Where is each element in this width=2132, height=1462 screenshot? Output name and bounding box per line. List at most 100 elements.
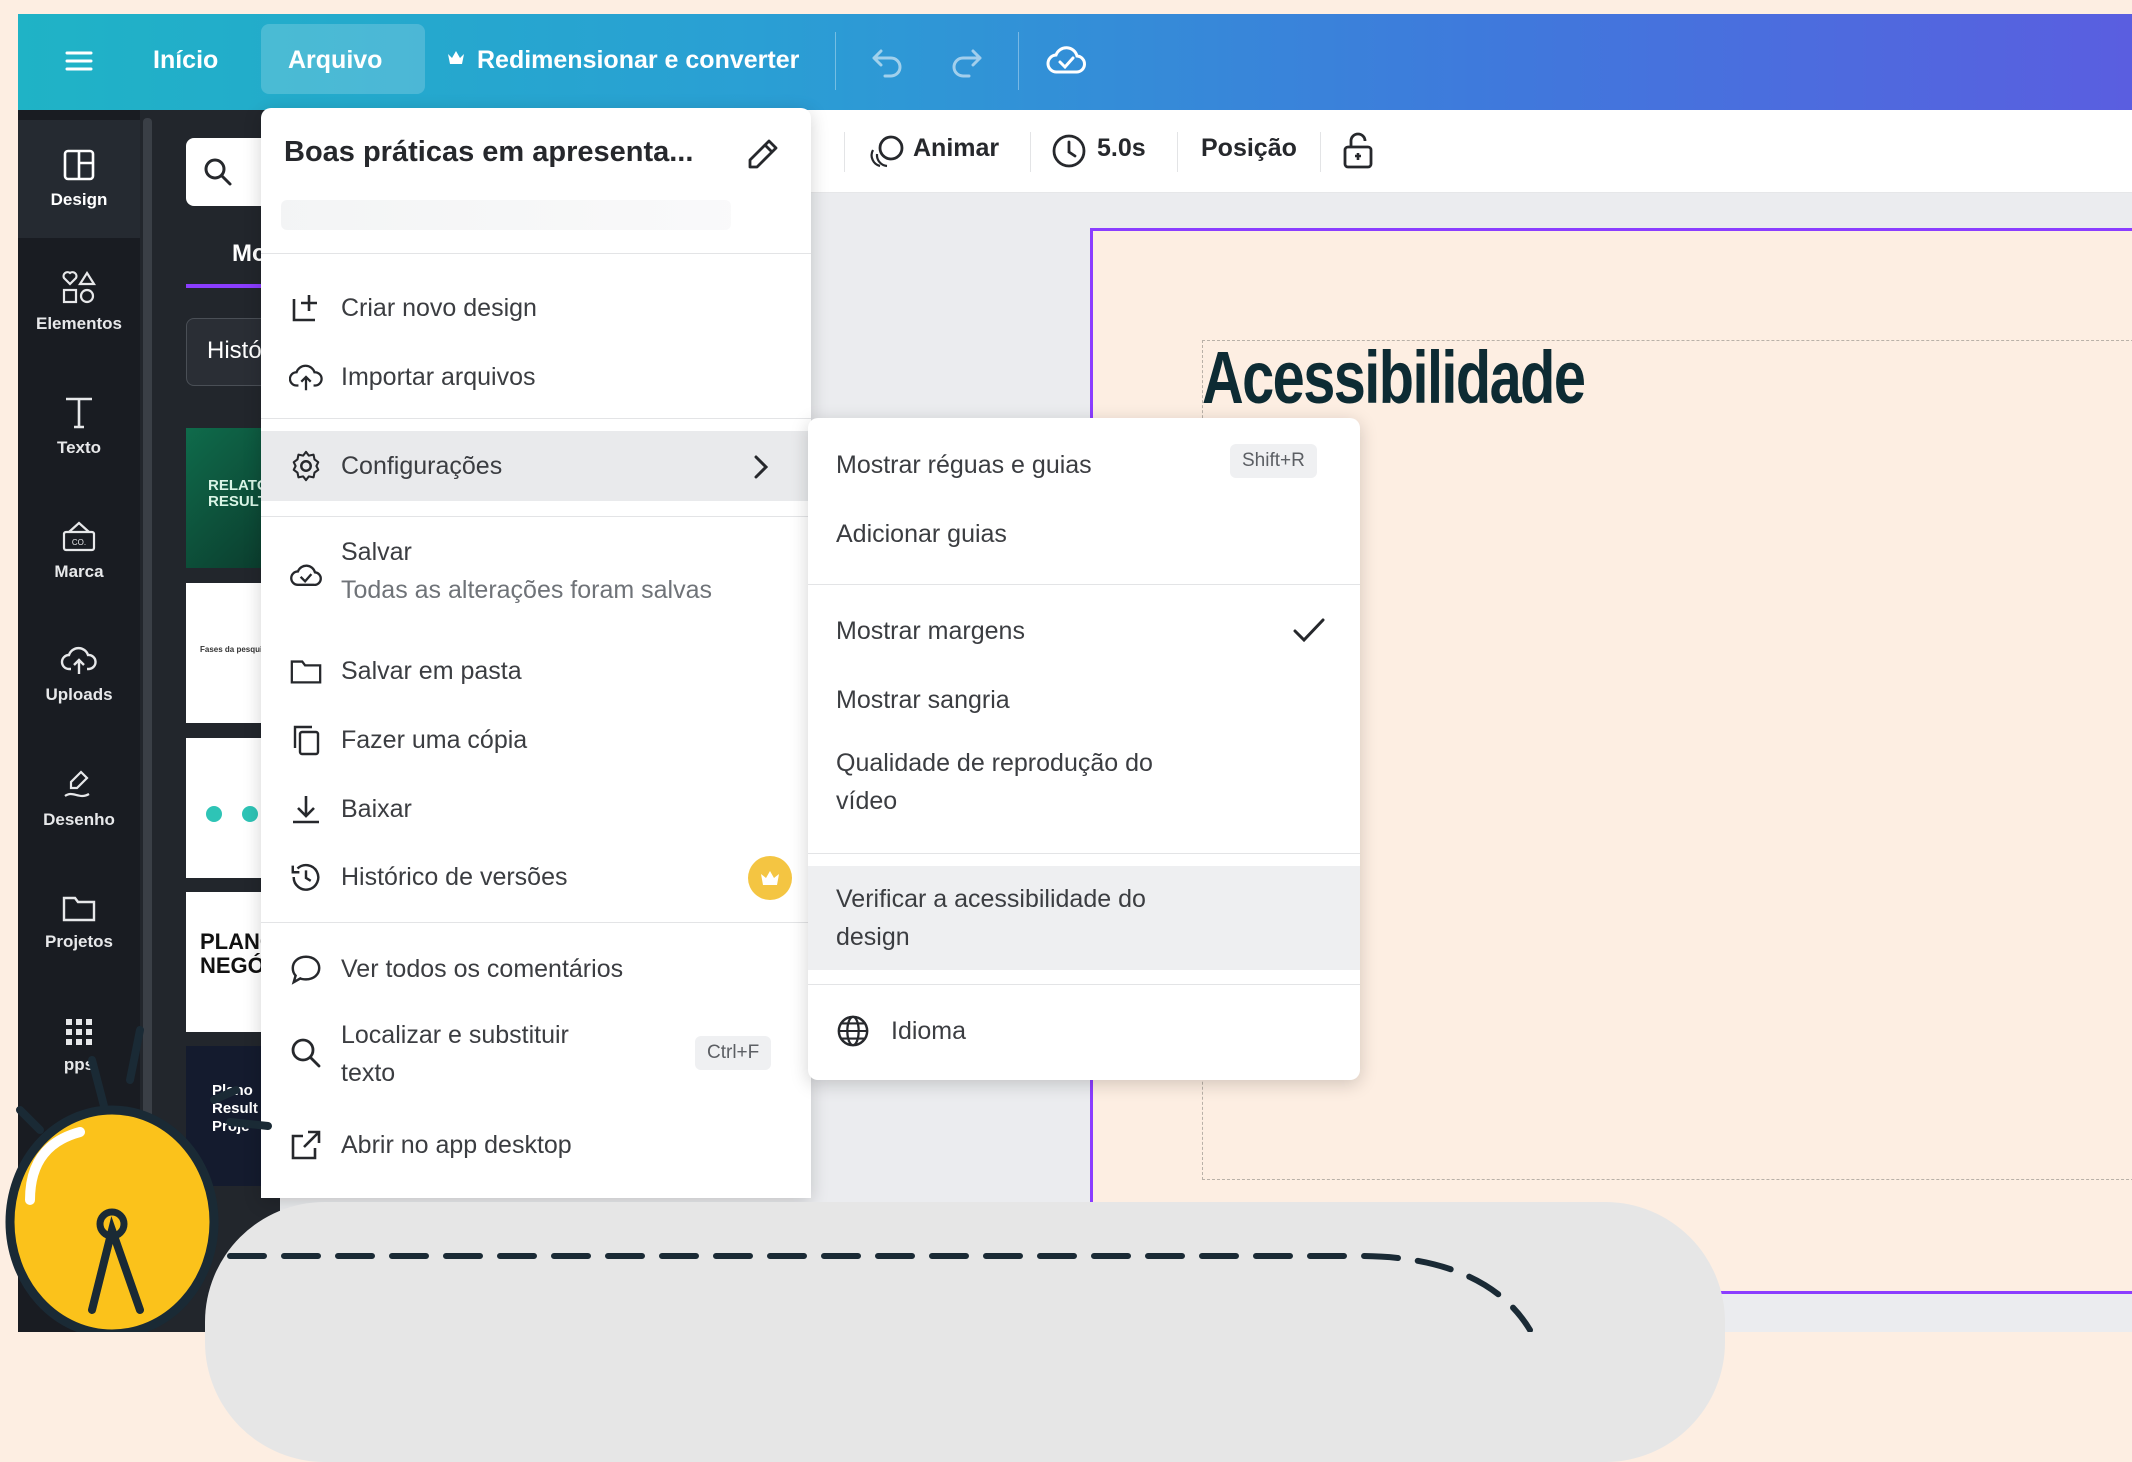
rail-label: Desenho (43, 810, 115, 829)
menu-separator (261, 253, 811, 254)
menu-item-save-folder[interactable]: Salvar em pasta (261, 646, 811, 696)
menu-item-label: Fazer uma cópia (341, 725, 528, 754)
menu-item-add-guides[interactable]: Adicionar guias (808, 509, 1360, 559)
file-menu: Boas práticas em apresenta... Criar novo… (261, 108, 811, 1198)
menu-item-settings[interactable]: Configurações (261, 431, 811, 501)
layout-icon (63, 149, 95, 181)
undo-icon[interactable] (869, 41, 907, 79)
menu-item-history[interactable]: Histórico de versões (261, 852, 811, 902)
rail-item-uploads[interactable]: Uploads (18, 615, 140, 733)
cloud-check-icon (289, 558, 323, 592)
rail-item-projects[interactable]: Projetos (18, 863, 140, 981)
draw-icon (64, 770, 90, 798)
menu-item-comments[interactable]: Ver todos os comentários (261, 944, 811, 994)
menu-item-label: Verificar a acessibilidade do design (836, 885, 1146, 951)
menu-separator (808, 984, 1360, 985)
menu-item-label: Criar novo design (341, 293, 537, 322)
rail-label: Marca (54, 562, 104, 581)
menu-item-label: Abrir no app desktop (341, 1130, 572, 1159)
menu-item-new-design[interactable]: Criar novo design (261, 283, 811, 333)
top-bar: Início Arquivo Redimensionar e converter (18, 14, 2132, 110)
menu-item-rulers[interactable]: Mostrar réguas e guias Shift+R (808, 440, 1360, 490)
comment-icon (289, 952, 323, 986)
duration-button[interactable]: 5.0s (1097, 134, 1146, 163)
download-icon (289, 792, 323, 826)
menu-item-accessibility[interactable]: Verificar a acessibilidade do design (808, 866, 1360, 970)
animate-icon (870, 135, 904, 168)
position-button[interactable]: Posição (1201, 134, 1297, 163)
slide-title[interactable]: Acessibilidade (1202, 335, 1586, 420)
design-subtitle-blur (281, 200, 731, 230)
check-icon (1293, 618, 1325, 643)
menu-item-download[interactable]: Baixar (261, 784, 811, 834)
rail-item-draw[interactable]: Desenho (18, 739, 140, 857)
dashed-outline (227, 1253, 1533, 1332)
shapes-icon (62, 270, 97, 304)
rail-item-text[interactable]: Texto (18, 367, 140, 485)
search-icon (289, 1036, 323, 1070)
resize-button[interactable]: Redimensionar e converter (477, 46, 799, 75)
menu-separator (808, 584, 1360, 585)
menu-item-label: Salvar (341, 538, 412, 566)
shortcut-badge: Shift+R (1230, 444, 1317, 478)
menu-item-import[interactable]: Importar arquivos (261, 352, 811, 402)
rail-label: Uploads (45, 685, 113, 704)
rail-label: Texto (56, 438, 102, 457)
cloud-check-icon[interactable] (1045, 40, 1087, 80)
menu-separator (261, 922, 811, 923)
menu-separator (261, 418, 811, 419)
hamburger-icon[interactable] (63, 45, 95, 77)
menu-separator (261, 516, 811, 517)
save-status: Todas as alterações foram salvas (341, 576, 713, 604)
divider (1018, 32, 1019, 90)
chevron-right-icon (754, 455, 769, 479)
menu-item-find-replace[interactable]: Localizar e substituir texto Ctrl+F (261, 1010, 811, 1100)
rail-item-brand[interactable]: CO. Marca (18, 491, 140, 609)
menu-item-language[interactable]: Idioma (808, 1006, 1360, 1056)
clock-icon (1052, 134, 1086, 168)
menu-item-desktop-app[interactable]: Abrir no app desktop (261, 1120, 811, 1170)
file-menu-label: Arquivo (288, 46, 383, 74)
new-design-icon (289, 291, 323, 325)
animate-button[interactable]: Animar (913, 134, 999, 163)
brand-icon: CO. (62, 521, 96, 552)
menu-item-margins[interactable]: Mostrar margens (808, 606, 1360, 656)
divider (1177, 132, 1178, 172)
lock-icon[interactable] (1340, 130, 1376, 170)
redo-icon[interactable] (947, 41, 985, 79)
shortcut-badge: Ctrl+F (695, 1036, 772, 1070)
menu-item-copy[interactable]: Fazer uma cópia (261, 715, 811, 765)
menu-item-label: Qualidade de reprodução do vídeo (836, 749, 1153, 815)
menu-item-label: Localizar e substituir texto (341, 1021, 569, 1087)
menu-item-label: Mostrar sangria (836, 685, 1010, 714)
folder-icon (289, 654, 323, 688)
gear-icon (289, 449, 323, 483)
external-link-icon (289, 1128, 323, 1162)
menu-item-label: Ver todos os comentários (341, 954, 624, 983)
settings-submenu: Mostrar réguas e guias Shift+R Adicionar… (808, 418, 1360, 1080)
home-button[interactable]: Início (153, 46, 218, 75)
menu-item-label: Baixar (341, 794, 412, 823)
thumb-dot (206, 806, 222, 822)
pencil-icon[interactable] (745, 136, 781, 172)
panel-history-label: Histó (207, 337, 262, 364)
history-icon (289, 860, 323, 894)
menu-item-bleed[interactable]: Mostrar sangria (808, 675, 1360, 725)
cloud-upload-icon (289, 360, 323, 394)
design-title[interactable]: Boas práticas em apresenta... (284, 136, 693, 169)
folder-icon (62, 896, 96, 922)
menu-item-label: Importar arquivos (341, 362, 536, 391)
rail-item-elements[interactable]: Elementos (18, 243, 140, 361)
rail-label: Elementos (36, 314, 122, 333)
copy-icon (289, 723, 323, 757)
lightbulb-icon (5, 1026, 272, 1332)
menu-item-label: Mostrar margens (836, 616, 1025, 645)
crown-icon (446, 48, 466, 68)
menu-item-label: Idioma (891, 1016, 967, 1045)
rail-item-design[interactable]: Design (18, 120, 140, 238)
menu-item-save[interactable]: Salvar Todas as alterações foram salvas (261, 538, 811, 624)
globe-icon (836, 1014, 870, 1048)
divider (1030, 132, 1031, 172)
menu-item-video-quality[interactable]: Qualidade de reprodução do vídeo (808, 740, 1360, 826)
menu-item-label: Mostrar réguas e guias (836, 450, 1092, 479)
